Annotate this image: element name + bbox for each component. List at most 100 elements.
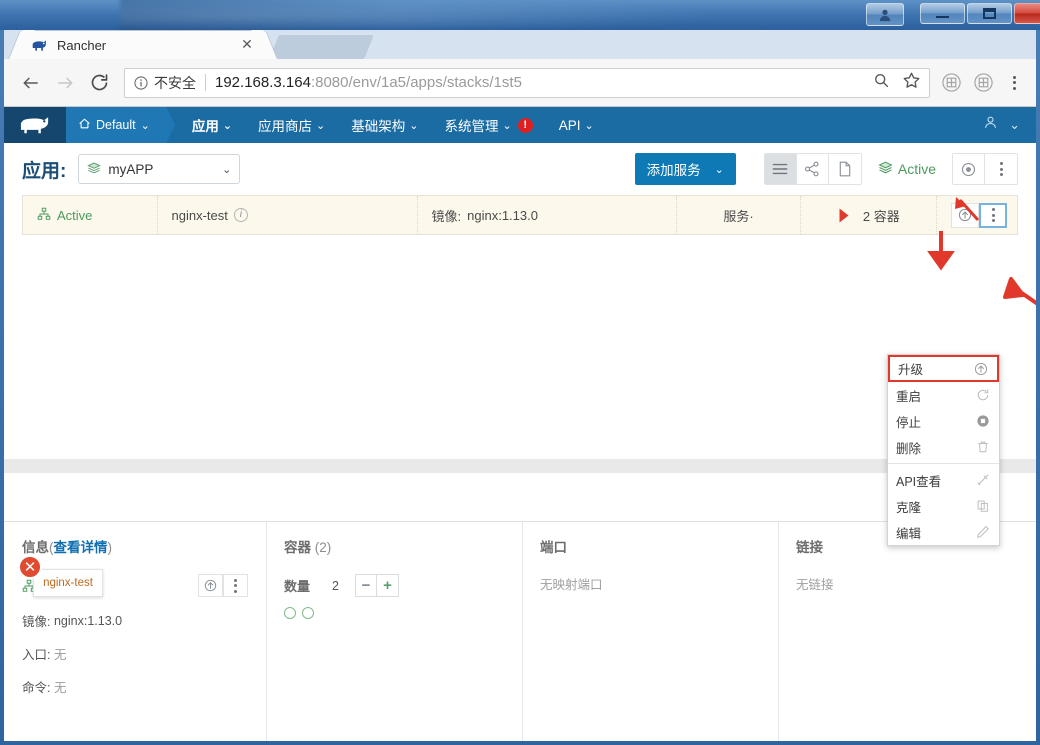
detail-action-group [198, 574, 248, 597]
containers-title: 容器 [284, 540, 311, 555]
user-icon[interactable] [983, 115, 998, 135]
scale-down-button[interactable]: − [355, 575, 377, 596]
detail-image-value: nginx:1.13.0 [53, 613, 123, 628]
menu-item-label: API查看 [896, 474, 942, 489]
menu-item-label: 停止 [896, 415, 922, 430]
table-row[interactable]: Active nginx-test i 镜像: nginx:1.13.0 服务· [23, 196, 1017, 234]
container-dots [284, 607, 504, 619]
service-name-link[interactable]: nginx-test [172, 208, 228, 223]
cell-scale: 2 容器 [801, 196, 937, 234]
service-detail-panel: 信息(查看详情) Active [4, 521, 1036, 741]
nav-item-infrastructure[interactable]: 基础架构 ⌄ [338, 107, 431, 143]
upgrade-arrow-button[interactable] [951, 202, 979, 228]
menu-item-api-view[interactable]: API查看 [888, 467, 999, 493]
container-dot-2[interactable] [302, 607, 314, 619]
view-file-button[interactable] [828, 154, 861, 184]
detail-command-row: 命令: 无 [22, 677, 248, 696]
detail-column-containers: 容器 (2) 数量 2 − + [266, 522, 522, 741]
detail-command-value: 无 [53, 681, 67, 695]
detail-column-ports: 端口 无映射端口 [522, 522, 778, 741]
kebab-menu-icon [991, 208, 995, 222]
ports-empty-label: 无映射端口 [540, 578, 603, 592]
nav-item-api[interactable]: API ⌄ [546, 107, 607, 143]
chevron-down-icon[interactable]: ⌄ [1009, 117, 1020, 133]
maximize-button[interactable] [967, 3, 1012, 24]
tab-strip-ghost [269, 35, 374, 59]
environment-selector[interactable]: Default ⌄ [66, 107, 175, 143]
nav-item-apps[interactable]: 应用 ⌄ [179, 107, 245, 143]
tab-close-icon[interactable]: ✕ [239, 37, 255, 53]
view-list-button[interactable] [764, 154, 797, 184]
omnibox-actions [873, 71, 921, 95]
menu-item-delete[interactable]: 删除 [888, 434, 999, 460]
menu-item-edit[interactable]: 编辑 [888, 519, 999, 545]
image-value: nginx:1.13.0 [467, 207, 538, 223]
scale-up-button[interactable]: + [376, 575, 398, 596]
chevron-down-icon: ⌄ [502, 119, 512, 132]
search-icon[interactable] [873, 72, 890, 94]
menu-item-clone[interactable]: 克隆 [888, 493, 999, 519]
copy-icon [975, 499, 991, 513]
minimize-button[interactable] [920, 3, 965, 24]
page-title: 应用: [22, 160, 67, 182]
nav-item-catalog[interactable]: 应用商店 ⌄ [245, 107, 338, 143]
window-user-button[interactable] [866, 3, 904, 26]
site-security-indicator[interactable]: 不安全 [133, 73, 196, 93]
navbar-account-area[interactable]: ⌄ [983, 107, 1036, 143]
stack-menu-action-button[interactable] [985, 154, 1017, 184]
triangle-marker-icon [839, 208, 849, 222]
star-icon[interactable] [902, 71, 921, 95]
address-bar[interactable]: 不安全 192.168.3.164:8080/env/1a5/apps/stac… [124, 67, 930, 98]
detail-containers-heading: 容器 (2) [284, 536, 504, 556]
chevron-down-icon: ⌄ [409, 119, 419, 132]
menu-item-label: 重启 [896, 389, 922, 404]
row-menu-button[interactable] [979, 202, 1007, 228]
chevron-down-icon: ⌄ [316, 119, 326, 132]
nav-item-label: API [558, 117, 581, 133]
chrome-menu-icon[interactable] [1002, 69, 1026, 97]
back-button[interactable] [14, 66, 48, 100]
image-label: 镜像: [431, 208, 462, 224]
extension-icon-1[interactable] [938, 70, 964, 96]
stack-dropdown[interactable]: myAPP ⌄ [78, 154, 241, 184]
pencil-icon [975, 525, 991, 539]
chevron-down-icon: ⌄ [714, 163, 724, 176]
forward-button[interactable] [48, 66, 82, 100]
stack-icon [878, 160, 893, 178]
container-dot-1[interactable] [284, 607, 296, 619]
view-mode-group [763, 153, 862, 185]
stack-circle-action-button[interactable] [953, 154, 985, 184]
trash-icon [975, 440, 991, 454]
window-titlebar: ✕ [0, 0, 1040, 30]
browser-window: Rancher ✕ 不安全 192.168.3.164:8080/env/1a5… [4, 30, 1036, 741]
nav-item-label: 基础架构 [351, 119, 406, 134]
menu-item-restart[interactable]: 重启 [888, 382, 999, 408]
view-graph-button[interactable] [796, 154, 829, 184]
detail-info-heading: 信息(查看详情) [22, 536, 248, 556]
menu-item-stop[interactable]: 停止 [888, 408, 999, 434]
detail-upgrade-button[interactable] [198, 574, 223, 597]
info-icon[interactable]: i [233, 208, 248, 222]
node-tooltip: nginx-test [33, 569, 103, 597]
arrow-up-circle-icon [973, 362, 989, 376]
detail-menu-button[interactable] [223, 574, 248, 597]
extension-icon-2[interactable] [970, 70, 996, 96]
paren-close: ) [107, 540, 113, 555]
omnibox-divider [205, 74, 206, 91]
cell-image: 镜像: nginx:1.13.0 [418, 196, 678, 234]
close-window-button[interactable]: ✕ [1014, 3, 1040, 24]
view-details-link[interactable]: 查看详情 [54, 540, 108, 555]
browser-tab-rancher[interactable]: Rancher ✕ [22, 30, 264, 59]
url-text: 192.168.3.164:8080/env/1a5/apps/stacks/1… [215, 74, 867, 91]
error-close-icon[interactable]: ✕ [18, 555, 42, 579]
menu-item-label: 克隆 [896, 500, 922, 515]
reload-button[interactable] [82, 66, 116, 100]
stack-icon [87, 161, 102, 178]
window-controls: ✕ [920, 3, 1040, 24]
rancher-cow-logo[interactable] [4, 107, 66, 143]
nav-item-label: 应用商店 [258, 119, 313, 134]
stack-status-label: Active [897, 161, 936, 177]
menu-item-upgrade[interactable]: 升级 [888, 355, 999, 382]
nav-item-admin[interactable]: 系统管理 ⌄ ! [431, 107, 545, 143]
add-service-button[interactable]: 添加服务 ⌄ [634, 153, 736, 185]
